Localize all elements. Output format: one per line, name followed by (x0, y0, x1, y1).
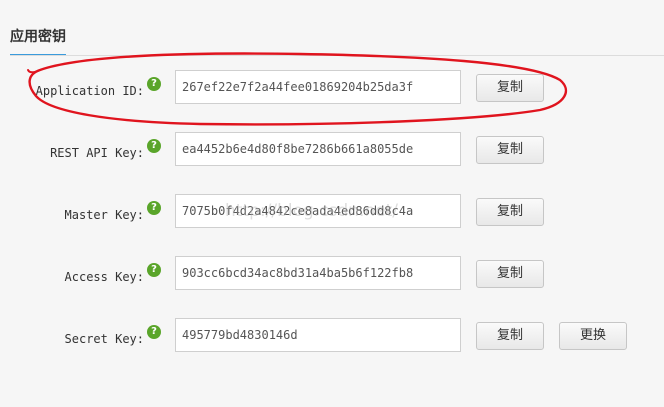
key-row-rest-api-key: REST API Key: ? ea4452b6e4d80f8be7286b66… (0, 132, 664, 170)
help-icon[interactable]: ? (147, 77, 161, 91)
master-key-field[interactable]: 7075b0f4d2a4842ce8ada4ed86dd8c4a (175, 194, 461, 228)
copy-secret-key-button[interactable]: 复制 (476, 322, 544, 350)
access-key-field[interactable]: 903cc6bcd34ac8bd31a4ba5b6f122fb8 (175, 256, 461, 290)
key-label-access-key: Access Key: (64, 270, 144, 284)
replace-secret-key-button[interactable]: 更换 (559, 322, 627, 350)
section-title: 应用密钥 (10, 29, 66, 45)
rest-api-key-field[interactable]: ea4452b6e4d80f8be7286b661a8055de (175, 132, 461, 166)
copy-rest-api-key-button[interactable]: 复制 (476, 136, 544, 164)
help-icon[interactable]: ? (147, 263, 161, 277)
key-label-master-key: Master Key: (64, 208, 144, 222)
key-row-secret-key: Secret Key: ? 495779bd4830146d 复制 更换 (0, 318, 664, 356)
help-icon[interactable]: ? (147, 201, 161, 215)
key-label-rest-api-key: REST API Key: (50, 146, 144, 160)
key-label-application-id: Application ID: (35, 84, 144, 98)
key-row-application-id: Application ID: ? 267ef22e7f2a44fee01869… (0, 70, 664, 108)
secret-key-field[interactable]: 495779bd4830146d (175, 318, 461, 352)
copy-access-key-button[interactable]: 复制 (476, 260, 544, 288)
key-row-master-key: Master Key: ? 7075b0f4d2a4842ce8ada4ed86… (0, 194, 664, 232)
copy-application-id-button[interactable]: 复制 (476, 74, 544, 102)
section-divider (10, 55, 664, 56)
key-row-access-key: Access Key: ? 903cc6bcd34ac8bd31a4ba5b6f… (0, 256, 664, 294)
key-label-secret-key: Secret Key: (64, 332, 144, 346)
copy-master-key-button[interactable]: 复制 (476, 198, 544, 226)
help-icon[interactable]: ? (147, 139, 161, 153)
application-id-field[interactable]: 267ef22e7f2a44fee01869204b25da3f (175, 70, 461, 104)
help-icon[interactable]: ? (147, 325, 161, 339)
